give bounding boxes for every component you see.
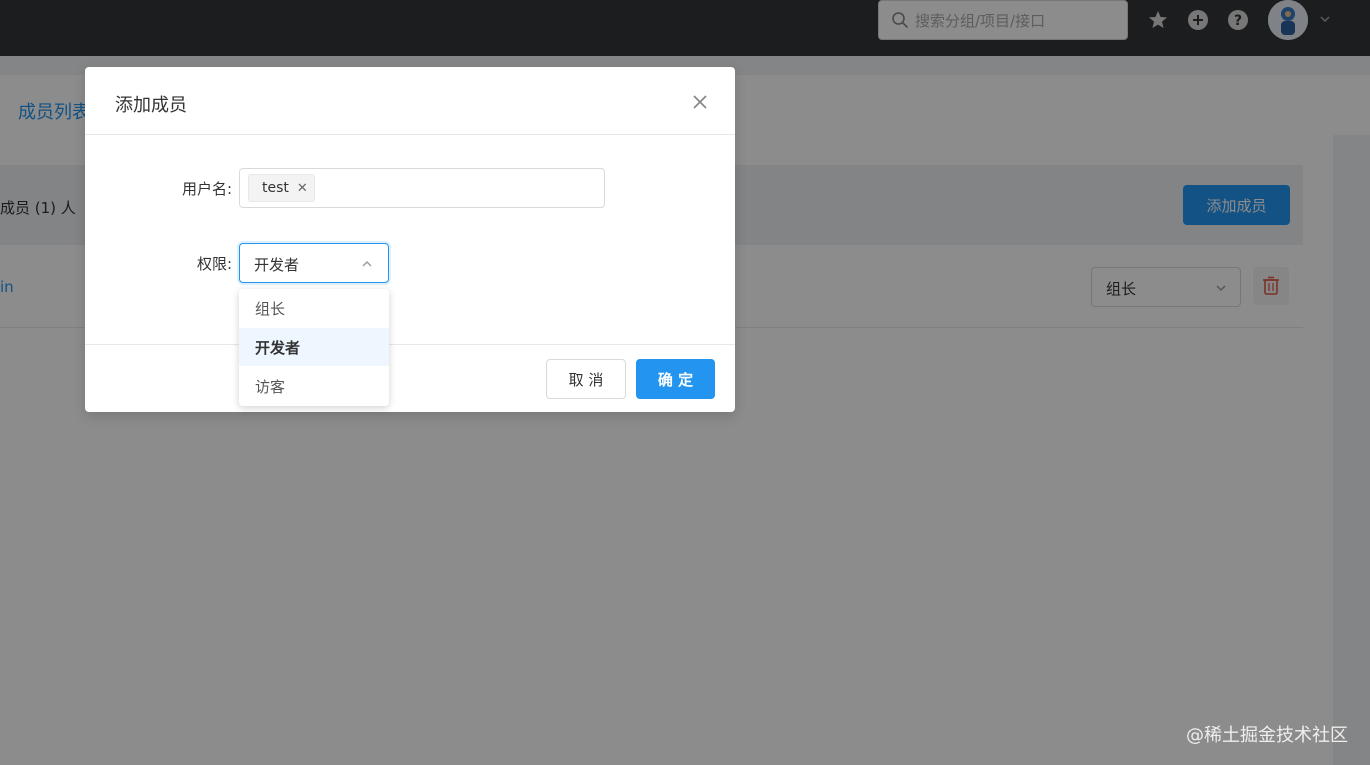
role-dropdown-menu: 组长 开发者 访客 <box>239 289 389 406</box>
username-field[interactable]: test ✕ <box>239 168 605 208</box>
role-option-guest[interactable]: 访客 <box>239 367 389 405</box>
tag-close-icon[interactable]: ✕ <box>297 181 308 196</box>
username-tag-text: test <box>262 180 289 196</box>
confirm-button[interactable]: 确 定 <box>636 359 715 399</box>
username-tag: test ✕ <box>248 174 315 202</box>
cancel-button[interactable]: 取 消 <box>546 359 626 399</box>
role-select[interactable]: 开发者 <box>239 243 389 283</box>
role-option-leader[interactable]: 组长 <box>239 289 389 327</box>
watermark: @稀土掘金技术社区 <box>1186 725 1348 746</box>
role-option-developer[interactable]: 开发者 <box>239 328 389 366</box>
role-select-value: 开发者 <box>254 256 300 274</box>
role-label: 权限: <box>196 255 232 273</box>
chevron-up-icon <box>362 261 372 267</box>
modal-header: 添加成员 <box>85 67 735 135</box>
modal-title: 添加成员 <box>115 95 187 116</box>
modal-footer-divider <box>85 344 735 345</box>
close-icon[interactable] <box>689 91 711 113</box>
add-member-modal: 添加成员 用户名: test ✕ 权限: 开发者 取 消 确 定 <box>85 67 735 412</box>
username-label: 用户名: <box>181 180 232 198</box>
